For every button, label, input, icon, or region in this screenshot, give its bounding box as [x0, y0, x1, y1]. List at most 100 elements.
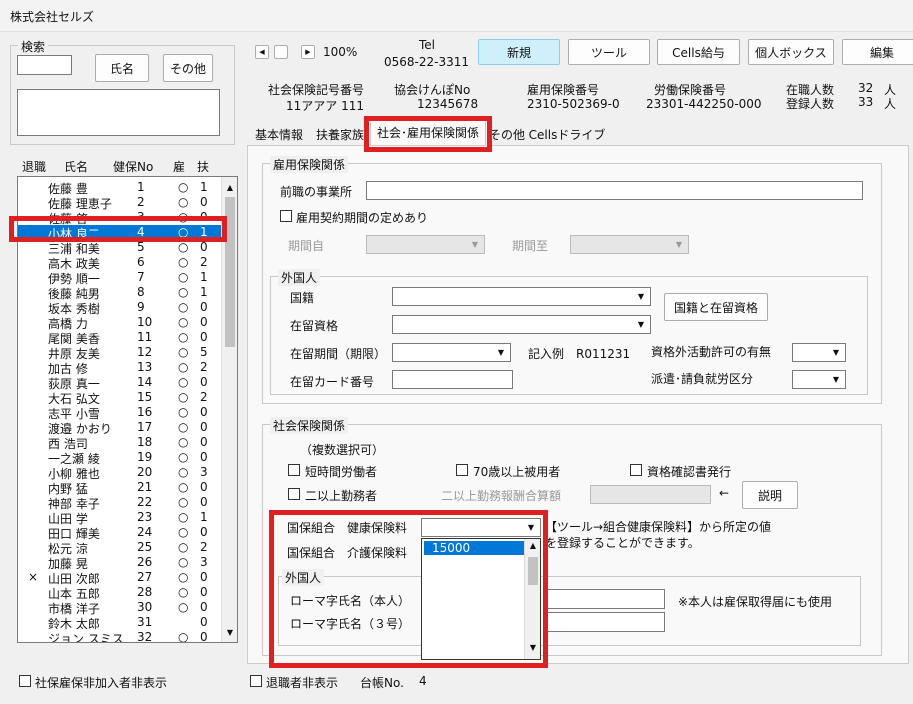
chevron-down-icon: ▼ [497, 348, 505, 357]
cell-dep: 2 [200, 390, 208, 404]
table-row[interactable]: ジョン スミス 32 ○ 0 [18, 630, 221, 642]
cell-emp: ○ [178, 315, 189, 329]
table-row[interactable]: 佐藤 豊 1 ○ 1 [18, 180, 221, 196]
tab-other[interactable]: その他 [487, 123, 527, 145]
table-row[interactable]: 尾関 美香 11 ○ 0 [18, 330, 221, 346]
table-row[interactable]: 荻原 真一 14 ○ 0 [18, 375, 221, 391]
table-row[interactable]: 高橋 力 10 ○ 0 [18, 315, 221, 331]
cell-dep: 0 [200, 615, 208, 629]
personal-box-button[interactable]: 個人ボックス [748, 39, 834, 65]
cell-dep: 0 [200, 585, 208, 599]
over70-checkbox[interactable] [456, 464, 468, 476]
scroll-down-icon[interactable]: ▼ [222, 624, 237, 640]
foreign-group-label: 外国人 [278, 269, 321, 286]
cell-emp: ○ [178, 600, 189, 614]
scroll-up-icon[interactable]: ▲ [222, 179, 237, 195]
nationality-select[interactable]: ▼ [392, 287, 651, 306]
tools-button[interactable]: ツール [568, 39, 650, 65]
cell-dep: 3 [200, 465, 208, 479]
table-row[interactable]: 佐藤 理恵子 2 ○ 0 [18, 195, 221, 211]
cell-dep: 0 [200, 315, 208, 329]
table-row[interactable]: 渡邉 かおり 17 ○ 0 [18, 420, 221, 436]
cell-dep: 2 [200, 360, 208, 374]
table-row[interactable]: × 山田 次郎 27 ○ 0 [18, 570, 221, 586]
cell-no: 7 [137, 270, 145, 284]
tab-basic[interactable]: 基本情報 [250, 123, 308, 145]
permission-select[interactable]: ▼ [792, 343, 846, 362]
cell-emp: ○ [178, 300, 189, 314]
col-name: 氏名 [64, 160, 89, 174]
period-select[interactable]: ▼ [392, 343, 511, 362]
cell-no: 16 [137, 405, 153, 419]
table-row[interactable]: 田口 輝美 24 ○ 0 [18, 525, 221, 541]
table-row[interactable]: 山本 五郎 28 ○ 0 [18, 585, 221, 601]
cell-dep: 3 [200, 555, 208, 569]
table-row[interactable]: 後藤 純男 8 ○ 1 [18, 285, 221, 301]
table-row[interactable]: 内野 猛 21 ○ 0 [18, 480, 221, 496]
list-scrollbar[interactable]: ▲ ▼ [221, 177, 237, 642]
cell-emp: ○ [178, 540, 189, 554]
table-row[interactable]: 一之瀬 綾 19 ○ 0 [18, 450, 221, 466]
short-time-checkbox[interactable] [288, 464, 300, 476]
cell-no: 10 [137, 315, 153, 329]
contract-period-checkbox[interactable] [280, 210, 292, 222]
cells-pay-button[interactable]: Cells給与 [657, 39, 740, 65]
romaji-self-input[interactable] [544, 589, 665, 609]
highlight-kenpo-area [269, 510, 548, 668]
table-row[interactable]: 志平 小雪 16 ○ 0 [18, 405, 221, 421]
table-row[interactable]: 坂本 秀樹 9 ○ 0 [18, 300, 221, 316]
table-row[interactable]: 井原 友美 12 ○ 5 [18, 345, 221, 361]
table-row[interactable]: 神部 幸子 22 ○ 0 [18, 495, 221, 511]
stop-icon[interactable] [274, 45, 288, 59]
table-row[interactable]: 三浦 和美 5 ○ 0 [18, 240, 221, 256]
cell-dep: 0 [200, 375, 208, 389]
kyokai-value: 12345678 [417, 97, 479, 111]
tab-dependents[interactable]: 扶養家族 [311, 123, 369, 145]
cell-no: 26 [137, 555, 153, 569]
cell-emp: ○ [178, 390, 189, 404]
table-row[interactable]: 加藤 晃 26 ○ 3 [18, 555, 221, 571]
table-row[interactable]: 小柳 雅也 20 ○ 3 [18, 465, 221, 481]
search-results-box[interactable] [17, 89, 220, 136]
two-offices-checkbox[interactable] [288, 488, 300, 500]
table-row[interactable]: 伊勢 順一 7 ○ 1 [18, 270, 221, 286]
cell-no: 2 [137, 195, 145, 209]
next-icon[interactable]: ▶ [301, 45, 315, 59]
tab-cells-drive[interactable]: Cellsドライブ [529, 123, 606, 145]
table-row[interactable]: 山田 学 23 ○ 1 [18, 510, 221, 526]
table-row[interactable]: 市橋 洋子 30 ○ 0 [18, 600, 221, 616]
table-row[interactable]: 鈴木 太郎 31 0 [18, 615, 221, 631]
period-to-select[interactable]: ▼ [570, 235, 689, 254]
dispatch-select[interactable]: ▼ [792, 370, 846, 389]
table-row[interactable]: 松元 涼 25 ○ 2 [18, 540, 221, 556]
table-row[interactable]: 加古 修 13 ○ 2 [18, 360, 221, 376]
employment-group-label: 雇用保険関係 [270, 156, 349, 173]
table-row[interactable]: 西 浩司 18 ○ 0 [18, 435, 221, 451]
search-other-button[interactable]: その他 [163, 54, 213, 82]
search-input[interactable] [17, 55, 72, 75]
period-from-select[interactable]: ▼ [366, 235, 485, 254]
two-offices-pay-input[interactable] [590, 485, 711, 504]
explain-button[interactable]: 説明 [742, 481, 798, 509]
prev-office-input[interactable] [366, 181, 863, 200]
nationality-status-button[interactable]: 国籍と在留資格 [664, 293, 768, 321]
shaho-value: 11アアア 111 [286, 99, 364, 113]
card-no-input[interactable] [392, 370, 513, 389]
cell-emp: ○ [178, 480, 189, 494]
rodo-value: 23301-442250-000 [646, 97, 762, 111]
cell-no: 17 [137, 420, 153, 434]
hide-uninsured-checkbox[interactable] [19, 675, 31, 687]
cert-issue-checkbox[interactable] [630, 464, 642, 476]
edit-button[interactable]: 編集 [842, 39, 913, 65]
romaji-3-input[interactable] [544, 612, 665, 632]
status-select[interactable]: ▼ [392, 315, 651, 334]
prev-icon[interactable]: ◀ [255, 45, 269, 59]
table-row[interactable]: 高木 政美 6 ○ 2 [18, 255, 221, 271]
chevron-down-icon: ▼ [637, 320, 645, 329]
hide-retired-checkbox[interactable] [250, 675, 262, 687]
cell-emp: ○ [178, 195, 189, 209]
table-row[interactable]: 大石 弘文 15 ○ 2 [18, 390, 221, 406]
new-button[interactable]: 新規 [478, 39, 560, 65]
search-name-button[interactable]: 氏名 [95, 54, 149, 82]
employee-list[interactable]: 佐藤 豊 1 ○ 1 佐藤 理恵子 2 ○ 0 佐藤 啓 3 ○ 0 小林 良二 4 ○ 1 三浦 和美 5 ○ 0 高… [17, 176, 238, 643]
